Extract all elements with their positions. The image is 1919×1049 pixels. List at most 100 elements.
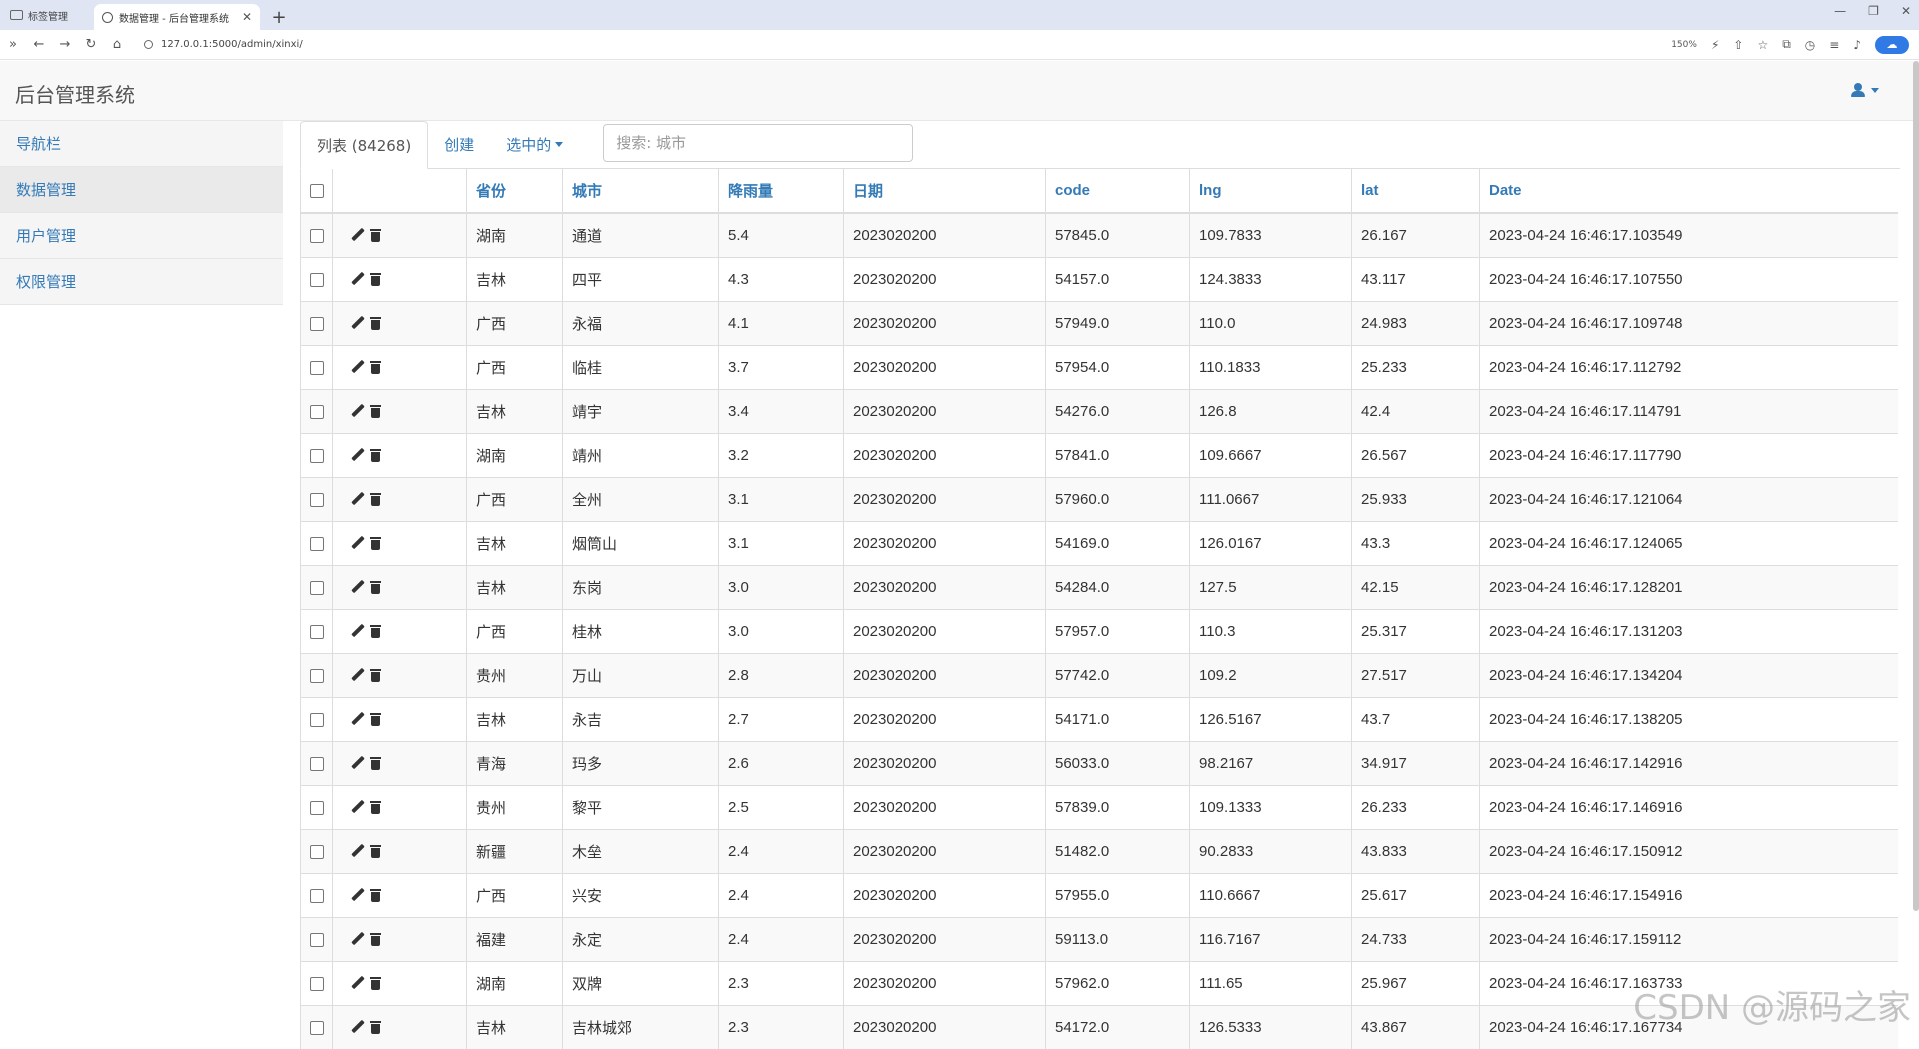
trash-icon[interactable] — [370, 317, 381, 330]
row-checkbox[interactable] — [310, 757, 324, 771]
select-all-checkbox[interactable] — [310, 184, 324, 198]
row-checkbox[interactable] — [310, 449, 324, 463]
scrollbar[interactable] — [1913, 61, 1919, 911]
reload-icon[interactable]: ↻ — [78, 37, 104, 52]
trash-icon[interactable] — [370, 801, 381, 814]
zoom-indicator[interactable]: 150% — [1671, 40, 1697, 50]
column-header-province[interactable]: 省份 — [467, 169, 563, 213]
share-icon[interactable]: ⇧ — [1733, 38, 1743, 52]
column-header-code[interactable]: code — [1046, 169, 1190, 213]
column-header-rainfall[interactable]: 降雨量 — [719, 169, 844, 213]
row-checkbox[interactable] — [310, 537, 324, 551]
row-checkbox[interactable] — [310, 405, 324, 419]
row-checkbox[interactable] — [310, 493, 324, 507]
row-checkbox[interactable] — [310, 229, 324, 243]
sidebar-item-data[interactable]: 数据管理 — [0, 167, 283, 213]
sidebar-item-users[interactable]: 用户管理 — [0, 213, 283, 259]
trash-icon[interactable] — [370, 713, 381, 726]
menu-icon[interactable]: ≡ — [1829, 38, 1839, 52]
close-icon[interactable]: ✕ — [242, 10, 252, 24]
trash-icon[interactable] — [370, 229, 381, 242]
forward-icon[interactable]: → — [52, 37, 78, 52]
row-checkbox[interactable] — [310, 801, 324, 815]
trash-icon[interactable] — [370, 889, 381, 902]
trash-icon[interactable] — [370, 669, 381, 682]
row-checkbox[interactable] — [310, 1021, 324, 1035]
tab-selected-actions[interactable]: 选中的 — [490, 120, 579, 168]
row-checkbox[interactable] — [310, 361, 324, 375]
edit-icon[interactable] — [350, 624, 364, 638]
browser-tab-active[interactable]: 数据管理 - 后台管理系统 ✕ — [94, 4, 260, 30]
user-menu[interactable] — [1851, 83, 1879, 97]
edit-icon[interactable] — [350, 228, 364, 242]
new-tab-button[interactable]: + — [266, 4, 292, 30]
back-icon[interactable]: ← — [26, 37, 52, 52]
trash-icon[interactable] — [370, 581, 381, 594]
edit-icon[interactable] — [350, 404, 364, 418]
trash-icon[interactable] — [370, 1021, 381, 1034]
row-checkbox[interactable] — [310, 977, 324, 991]
trash-icon[interactable] — [370, 361, 381, 374]
edit-icon[interactable] — [350, 712, 364, 726]
notification-icon[interactable]: ♪ — [1853, 38, 1861, 52]
tab-create[interactable]: 创建 — [428, 120, 490, 168]
trash-icon[interactable] — [370, 449, 381, 462]
extensions-icon[interactable]: ⧉ — [1782, 37, 1791, 52]
sidebar-item-nav[interactable]: 导航栏 — [0, 121, 283, 167]
lightning-icon[interactable]: ⚡ — [1711, 38, 1719, 52]
home-icon[interactable]: ⌂ — [104, 37, 130, 52]
row-checkbox[interactable] — [310, 669, 324, 683]
row-checkbox[interactable] — [310, 581, 324, 595]
edit-icon[interactable] — [350, 976, 364, 990]
history-icon[interactable]: ◷ — [1805, 38, 1815, 52]
row-actions-cell — [333, 345, 467, 389]
tab-list[interactable]: 列表 (84268) — [300, 121, 428, 169]
edit-icon[interactable] — [350, 668, 364, 682]
chevron-right-icon[interactable]: » — [0, 37, 26, 52]
edit-icon[interactable] — [350, 536, 364, 550]
trash-icon[interactable] — [370, 933, 381, 946]
trash-icon[interactable] — [370, 537, 381, 550]
edit-icon[interactable] — [350, 448, 364, 462]
trash-icon[interactable] — [370, 405, 381, 418]
row-checkbox[interactable] — [310, 317, 324, 331]
search-input[interactable] — [603, 124, 913, 162]
row-checkbox[interactable] — [310, 625, 324, 639]
trash-icon[interactable] — [370, 845, 381, 858]
edit-icon[interactable] — [350, 932, 364, 946]
trash-icon[interactable] — [370, 977, 381, 990]
tab-group-button[interactable]: 标签管理 — [6, 3, 94, 27]
cloud-icon[interactable]: ☁ — [1875, 36, 1909, 54]
edit-icon[interactable] — [350, 492, 364, 506]
row-checkbox[interactable] — [310, 713, 324, 727]
edit-icon[interactable] — [350, 888, 364, 902]
column-header-datetime[interactable]: Date — [1480, 169, 1899, 213]
trash-icon[interactable] — [370, 625, 381, 638]
column-header-lng[interactable]: lng — [1190, 169, 1352, 213]
trash-icon[interactable] — [370, 273, 381, 286]
sidebar-item-permissions[interactable]: 权限管理 — [0, 259, 283, 305]
edit-icon[interactable] — [350, 756, 364, 770]
edit-icon[interactable] — [350, 800, 364, 814]
app-brand[interactable]: 后台管理系统 — [15, 79, 135, 108]
edit-icon[interactable] — [350, 272, 364, 286]
maximize-button[interactable]: ❐ — [1868, 4, 1879, 18]
edit-icon[interactable] — [350, 580, 364, 594]
column-header-lat[interactable]: lat — [1352, 169, 1480, 213]
column-header-city[interactable]: 城市 — [563, 169, 719, 213]
row-checkbox[interactable] — [310, 273, 324, 287]
row-checkbox[interactable] — [310, 889, 324, 903]
url-field[interactable]: 127.0.0.1:5000/admin/xinxi/ — [136, 34, 1576, 56]
edit-icon[interactable] — [350, 1020, 364, 1034]
edit-icon[interactable] — [350, 844, 364, 858]
close-window-button[interactable]: ✕ — [1901, 4, 1911, 18]
star-icon[interactable]: ☆ — [1757, 38, 1768, 52]
column-header-date[interactable]: 日期 — [844, 169, 1046, 213]
trash-icon[interactable] — [370, 493, 381, 506]
edit-icon[interactable] — [350, 360, 364, 374]
edit-icon[interactable] — [350, 316, 364, 330]
trash-icon[interactable] — [370, 757, 381, 770]
row-checkbox[interactable] — [310, 933, 324, 947]
row-checkbox[interactable] — [310, 845, 324, 859]
minimize-button[interactable]: — — [1834, 4, 1846, 18]
